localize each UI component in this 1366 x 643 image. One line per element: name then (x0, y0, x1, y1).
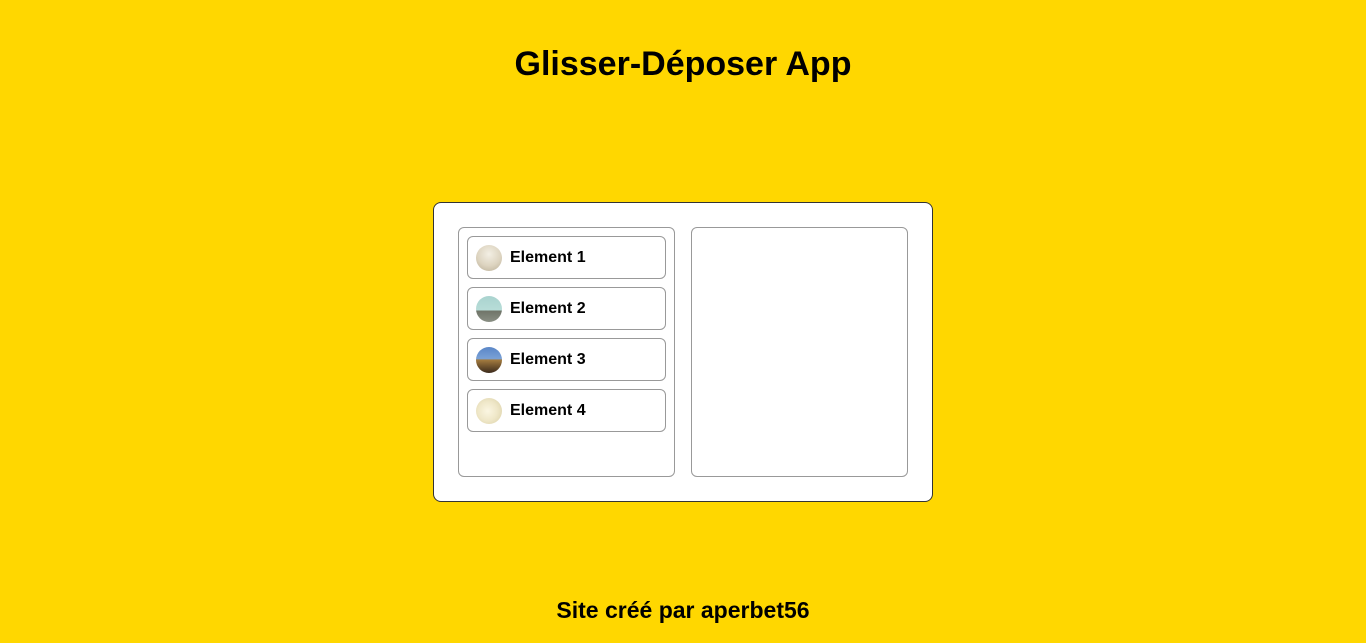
drop-target-column[interactable] (691, 227, 908, 477)
drawing-thumbnail-icon (476, 397, 502, 424)
item-label: Element 3 (510, 350, 586, 368)
source-column[interactable]: Element 1 Element 2 Element 3 Element 4 (458, 227, 675, 477)
item-label: Element 4 (510, 401, 586, 419)
item-label: Element 2 (510, 299, 586, 317)
draggable-item[interactable]: Element 3 (467, 338, 666, 381)
sand-dunes-thumbnail-icon (476, 244, 502, 271)
footer-credit: Site créé par aperbet56 (556, 597, 810, 623)
draggable-item[interactable]: Element 2 (467, 287, 666, 330)
desert-sunset-thumbnail-icon (476, 346, 502, 373)
page-title: Glisser-Déposer App (514, 45, 852, 83)
item-label: Element 1 (510, 248, 586, 266)
drag-drop-container: Element 1 Element 2 Element 3 Element 4 (433, 202, 933, 502)
draggable-item[interactable]: Element 1 (467, 236, 666, 279)
draggable-item[interactable]: Element 4 (467, 389, 666, 432)
landscape-thumbnail-icon (476, 295, 502, 322)
